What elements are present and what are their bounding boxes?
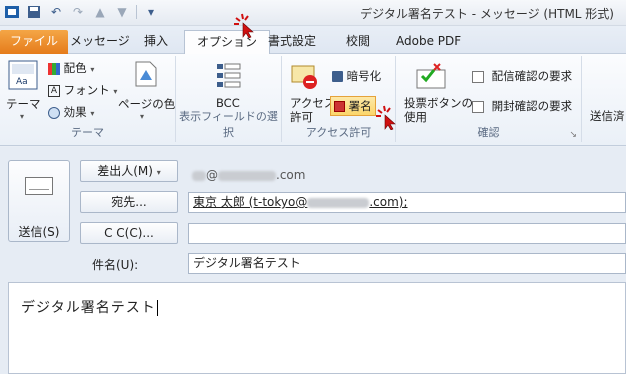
body-content: デジタル署名テスト [21, 300, 156, 316]
encrypt-label: 暗号化 [346, 69, 382, 83]
read-receipt-checkbox[interactable]: 開封確認の要求 [472, 98, 572, 114]
read-receipt-label: 開封確認の要求 [491, 99, 573, 113]
chevron-down-icon: ▾ [140, 112, 145, 121]
checkbox-icon [472, 100, 484, 113]
subject-label: 件名(U): [92, 258, 139, 272]
sign-button[interactable]: 署名 [330, 96, 376, 116]
delivery-receipt-label: 配信確認の要求 [491, 69, 573, 83]
recipient-end: .com); [369, 195, 408, 209]
sign-label: 署名 [348, 99, 372, 113]
effects-button[interactable]: 効果 ▾ [48, 104, 94, 120]
send-label: 送信(S) [18, 225, 60, 239]
save-icon[interactable] [26, 4, 42, 20]
sender-address: @ .com [192, 168, 305, 182]
recipient-name: 東京 太郎 (t-tokyo@ [193, 195, 308, 209]
colors-label: 配色 [63, 61, 87, 75]
sender-domain-end: .com [276, 168, 306, 182]
sent-items-button[interactable]: 送信済 [590, 108, 625, 124]
customize-icon[interactable]: ▾ [143, 4, 159, 20]
from-label: 差出人(M) [97, 164, 153, 178]
chevron-down-icon: ▾ [20, 112, 25, 121]
access-permission-button[interactable]: アクセス 許可 [290, 96, 335, 124]
font-icon: A [48, 84, 60, 97]
effects-label: 効果 [63, 105, 87, 119]
chevron-down-icon: ▾ [113, 87, 118, 96]
cc-button[interactable]: C C(C)... [80, 222, 178, 244]
undo-icon[interactable]: ↶ [48, 4, 64, 20]
up-icon[interactable]: ▲ [92, 4, 108, 20]
fonts-button[interactable]: A フォント ▾ [48, 82, 117, 98]
tab-insert[interactable]: 挿入 [132, 30, 180, 54]
colors-button[interactable]: 配色 ▾ [48, 60, 94, 76]
from-button[interactable]: 差出人(M) ▾ [80, 160, 178, 182]
chevron-down-icon: ▾ [90, 65, 95, 74]
encrypt-button[interactable]: 暗号化 [332, 68, 381, 84]
page-color-button[interactable]: ページの色 [118, 96, 175, 112]
click-pointer-icon [376, 105, 396, 130]
subject-field[interactable]: デジタル署名テスト [188, 253, 626, 274]
text-cursor [156, 300, 158, 316]
tab-format[interactable]: 書式設定 [256, 30, 328, 54]
group-tracking: 投票ボタンの 使用 配信確認の要求 開封確認の要求 確認 ↘ [396, 56, 582, 142]
ribbon-tabs: ファイル メッセージ 挿入 オプション 書式設定 校閲 Adobe PDF [0, 26, 626, 54]
click-pointer-icon [234, 13, 254, 38]
group-label-show-fields: 表示フィールドの選択 [179, 110, 278, 139]
quick-access-toolbar: ↶ ↷ ▲ ▼ ▾ [4, 4, 159, 20]
tab-adobe-pdf[interactable]: Adobe PDF [384, 30, 473, 54]
theme-button[interactable]: テーマ [6, 96, 41, 112]
svg-text:Aa: Aa [16, 77, 28, 87]
sender-at: @ [206, 168, 218, 182]
send-button[interactable]: 送信(S) [8, 160, 70, 242]
redo-icon[interactable]: ↷ [70, 4, 86, 20]
voting-button[interactable]: 投票ボタンの 使用 [404, 96, 473, 124]
redacted-text [192, 170, 206, 181]
redacted-text [218, 170, 276, 181]
message-body[interactable]: デジタル署名テスト [8, 282, 626, 374]
permission-icon [290, 62, 318, 93]
separator [136, 5, 137, 19]
voting-icon [416, 62, 446, 93]
bcc-icon [216, 62, 242, 93]
certificate-icon [334, 101, 345, 112]
window-title: デジタル署名テスト - メッセージ (HTML 形式) [360, 7, 614, 21]
body-text: デジタル署名テスト [21, 297, 158, 317]
group-theme: Aa テーマ ▾ 配色 ▾ A フォント ▾ 効果 ▾ ページの色 ▾ テーマ [0, 56, 176, 142]
page-color-icon [132, 60, 158, 91]
ribbon: Aa テーマ ▾ 配色 ▾ A フォント ▾ 効果 ▾ ページの色 ▾ テーマ [0, 54, 626, 146]
lock-icon [332, 71, 343, 82]
dialog-launcher-icon[interactable]: ↘ [569, 130, 577, 140]
effects-icon [48, 106, 60, 119]
down-icon[interactable]: ▼ [114, 4, 130, 20]
redacted-text [307, 197, 370, 208]
group-show-fields: BCC 表示フィールドの選択 [176, 56, 282, 142]
tab-message[interactable]: メッセージ [58, 30, 142, 54]
tab-review[interactable]: 校閲 [334, 30, 382, 54]
delivery-receipt-checkbox[interactable]: 配信確認の要求 [472, 68, 572, 84]
to-button[interactable]: 宛先... [80, 191, 178, 213]
palette-icon [48, 62, 60, 75]
outlook-icon[interactable] [4, 4, 20, 20]
to-field[interactable]: 東京 太郎 (t-tokyo@ .com); [188, 192, 626, 213]
chevron-down-icon: ▾ [156, 168, 161, 177]
checkbox-icon [472, 70, 484, 83]
cc-field[interactable] [188, 223, 626, 244]
group-label-tracking: 確認 [477, 126, 500, 139]
fonts-label: フォント [63, 83, 110, 97]
group-label-theme: テーマ [71, 126, 104, 139]
chevron-down-icon: ▾ [90, 109, 95, 118]
theme-icon: Aa [8, 60, 38, 93]
title-bar: ↶ ↷ ▲ ▼ ▾ デジタル署名テスト - メッセージ (HTML 形式) [0, 0, 626, 26]
envelope-icon [25, 177, 53, 195]
